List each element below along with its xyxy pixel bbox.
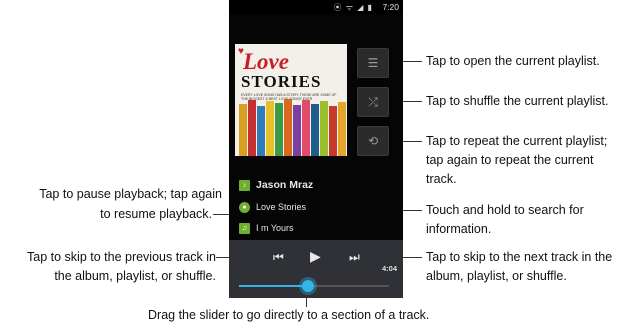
playlist-button[interactable]: ☰ bbox=[357, 48, 389, 78]
elapsed-time: 4:04 bbox=[381, 264, 397, 273]
annotation-next-line1: Tap to skip to the next track in the bbox=[426, 250, 613, 264]
album-art-book bbox=[257, 106, 265, 156]
annotation-prev-line2: the album, playlist, or shuffle. bbox=[54, 269, 216, 283]
annotation-playlist: Tap to open the current playlist. bbox=[426, 54, 600, 68]
seek-slider-thumb[interactable] bbox=[302, 280, 314, 292]
music-note-icon: ♫ bbox=[239, 222, 250, 234]
album-art-title-stories: STORIES bbox=[241, 72, 322, 91]
album-art-book bbox=[293, 105, 301, 156]
status-icons: ⦿ ᯤ ◢ ▮ bbox=[333, 3, 373, 12]
seek-slider-fill bbox=[239, 285, 308, 287]
album-art-book bbox=[320, 101, 328, 156]
next-track-button[interactable]: ⏭ bbox=[349, 250, 360, 265]
shuffle-icon: ⤮ bbox=[368, 94, 378, 109]
album-art-book bbox=[248, 100, 256, 156]
artist-row[interactable]: ♪ Jason Mraz bbox=[239, 176, 313, 194]
disc-icon: ● bbox=[239, 201, 250, 213]
shuffle-button[interactable]: ⤮ bbox=[357, 87, 389, 117]
play-button[interactable]: ▶ bbox=[310, 248, 321, 265]
annotation-prev-line1: Tap to skip to the previous track in bbox=[27, 250, 216, 264]
annotation-pause-line2: to resume playback. bbox=[100, 207, 212, 221]
album-art-book bbox=[311, 104, 319, 156]
album-art-book bbox=[266, 101, 274, 156]
annotation-repeat-line3: track. bbox=[426, 172, 457, 186]
phone-screen: ⦿ ᯤ ◢ ▮ 7:20 ♥ Love STORIES EVERY LOVE S… bbox=[229, 0, 403, 298]
album-art: ♥ Love STORIES EVERY LOVE SONG HAS A STO… bbox=[235, 44, 347, 156]
playlist-icon: ☰ bbox=[367, 56, 379, 70]
annotation-repeat-line2: tap again to repeat the current bbox=[426, 153, 594, 167]
track-name: I m Yours bbox=[256, 223, 294, 233]
album-art-book bbox=[239, 104, 247, 156]
playback-controls: ⏮ ▶ ⏭ 4:04 bbox=[229, 240, 403, 298]
album-art-book bbox=[284, 99, 292, 156]
album-row[interactable]: ● Love Stories bbox=[239, 198, 306, 216]
annotation-repeat-line1: Tap to repeat the current playlist; bbox=[426, 134, 608, 148]
microphone-icon: ♪ bbox=[239, 179, 250, 191]
status-clock: 7:20 bbox=[382, 2, 399, 12]
annotation-shuffle: Tap to shuffle the current playlist. bbox=[426, 94, 609, 108]
album-art-book bbox=[302, 100, 310, 156]
annotation-next-line2: album, playlist, or shuffle. bbox=[426, 269, 567, 283]
annotation-search-line1: Touch and hold to search for bbox=[426, 203, 584, 217]
previous-track-button[interactable]: ⏮ bbox=[273, 250, 284, 265]
annotation-search-line2: information. bbox=[426, 222, 492, 236]
album-art-book bbox=[275, 103, 283, 156]
repeat-icon: ⟲ bbox=[367, 134, 379, 148]
repeat-button[interactable]: ⟲ bbox=[357, 126, 389, 156]
annotation-pause-line1: Tap to pause playback; tap again bbox=[39, 187, 222, 201]
artist-name: Jason Mraz bbox=[256, 179, 314, 191]
seek-slider[interactable] bbox=[239, 280, 389, 292]
album-art-book bbox=[338, 102, 346, 156]
album-name: Love Stories bbox=[256, 202, 307, 212]
track-row[interactable]: ♫ I m Yours bbox=[239, 219, 294, 237]
album-art-book bbox=[329, 106, 337, 156]
annotation-slider: Drag the slider to go directly to a sect… bbox=[148, 308, 430, 322]
status-bar: ⦿ ᯤ ◢ ▮ 7:20 bbox=[229, 0, 403, 14]
